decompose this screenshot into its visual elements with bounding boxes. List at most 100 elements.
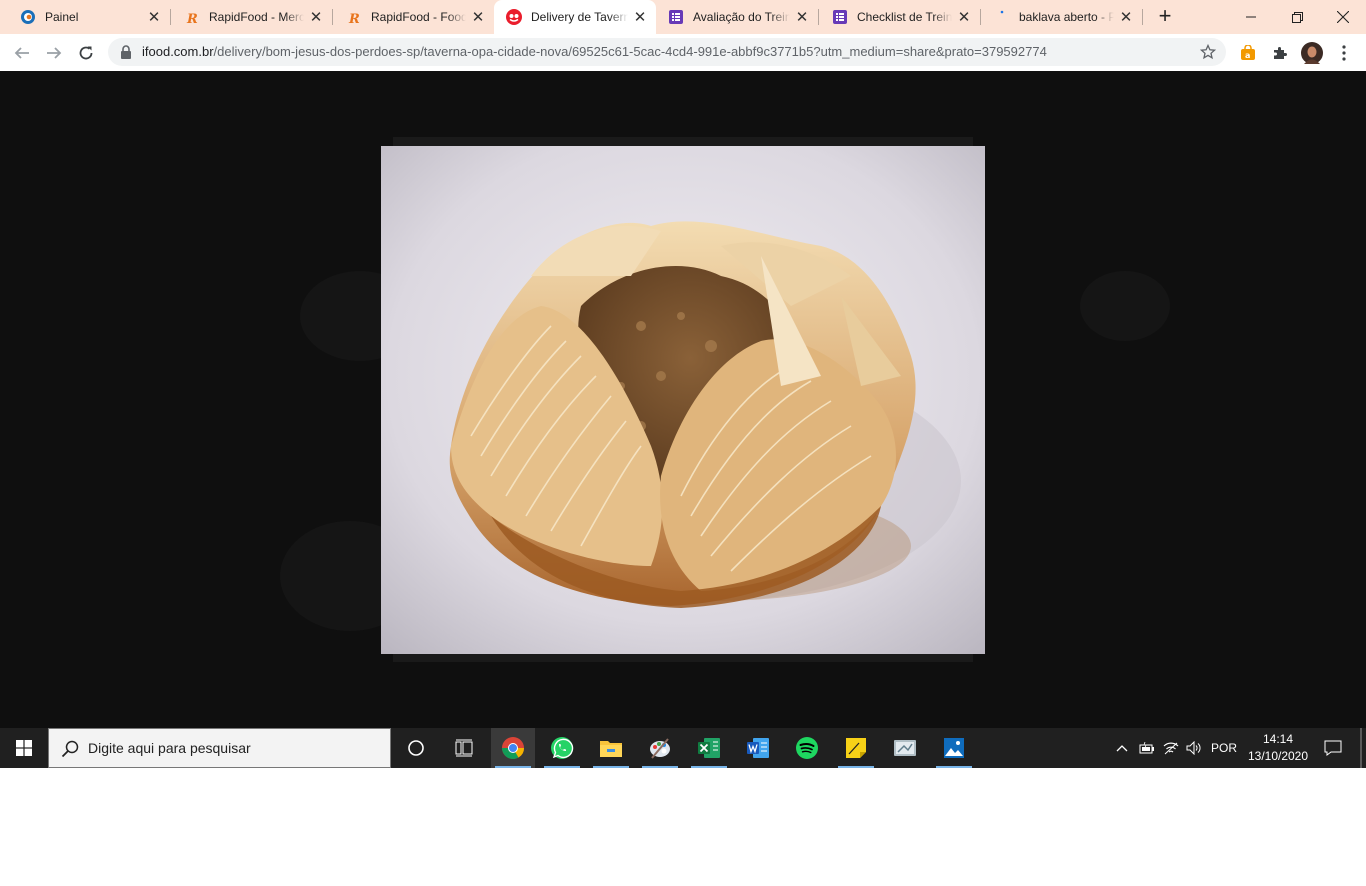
url-text[interactable]: ifood.com.br/delivery/bom-jesus-dos-perd… <box>142 38 1047 66</box>
taskbar-photos[interactable] <box>932 728 976 768</box>
minimize-icon <box>1246 16 1256 18</box>
tab-title: Painel <box>45 10 79 24</box>
svg-text:a: a <box>1245 51 1250 60</box>
close-tab-icon[interactable]: ✕ <box>146 9 162 26</box>
taskbar-search-box[interactable]: Digite aqui para pesquisar <box>48 728 391 768</box>
taskbar-snipping-tool[interactable] <box>883 728 927 768</box>
forms-icon <box>668 9 684 25</box>
puzzle-icon <box>1274 46 1287 59</box>
back-arrow-icon <box>14 46 29 59</box>
taskbar-sticky-notes[interactable] <box>834 728 878 768</box>
close-tab-icon[interactable]: ✕ <box>470 9 486 26</box>
restore-icon <box>1291 11 1303 23</box>
tab-rapidfood-foodm[interactable]: R RapidFood - FoodM ✕ <box>334 0 494 34</box>
tab-rapidfood-merch[interactable]: R RapidFood - Merch ✕ <box>172 0 332 34</box>
windows-logo-icon <box>16 740 32 756</box>
avatar <box>1301 41 1323 64</box>
battery-button[interactable] <box>1136 728 1158 768</box>
shopping-bag-icon: a <box>1241 44 1255 60</box>
address-bar[interactable]: ifood.com.br/delivery/bom-jesus-dos-perd… <box>108 38 1226 66</box>
close-tab-icon[interactable]: ✕ <box>1118 9 1134 26</box>
rapidfood-icon: R <box>184 9 200 25</box>
clock-time: 14:14 <box>1262 732 1294 746</box>
taskbar-spotify[interactable] <box>785 728 829 768</box>
whatsapp-icon <box>551 737 574 759</box>
profile-button[interactable] <box>1296 34 1328 71</box>
back-button[interactable] <box>6 34 38 71</box>
running-indicator <box>691 766 727 768</box>
volume-button[interactable] <box>1183 728 1205 768</box>
tab-painel[interactable]: Painel ✕ <box>8 0 170 34</box>
close-tab-icon[interactable]: ✕ <box>308 9 324 26</box>
running-indicator <box>495 766 531 768</box>
tab-title: baklava aberto - Pe <box>1019 10 1114 24</box>
tab-separator <box>980 9 981 25</box>
svg-text:R: R <box>186 12 198 25</box>
cortana-button[interactable] <box>394 728 438 768</box>
forward-arrow-icon <box>47 46 62 59</box>
ifood-icon <box>506 9 522 25</box>
browser-menu-button[interactable] <box>1328 34 1360 71</box>
excel-icon <box>698 738 720 758</box>
dish-image <box>381 146 985 654</box>
taskbar-excel[interactable] <box>687 728 731 768</box>
bookmark-button[interactable] <box>1198 42 1218 62</box>
close-tab-icon[interactable]: ✕ <box>632 9 648 26</box>
battery-icon <box>1139 742 1154 754</box>
file-explorer-icon <box>600 741 622 757</box>
tab-strip: Painel ✕ R RapidFood - Merch ✕ R RapidFo… <box>0 0 1366 34</box>
browser-toolbar: ifood.com.br/delivery/bom-jesus-dos-perd… <box>0 34 1366 72</box>
show-hidden-icons-button[interactable] <box>1110 728 1134 768</box>
show-desktop-button[interactable] <box>1360 728 1362 768</box>
tab-baklava[interactable]: baklava aberto - Pe ✕ <box>982 0 1142 34</box>
tab-avaliacao[interactable]: Avaliação do Treina ✕ <box>656 0 818 34</box>
tab-checklist[interactable]: Checklist de Treina ✕ <box>820 0 980 34</box>
tab-separator <box>332 9 333 25</box>
close-tab-icon[interactable]: ✕ <box>794 9 810 26</box>
restore-button[interactable] <box>1274 0 1320 34</box>
clock-date: 13/10/2020 <box>1247 749 1309 763</box>
running-indicator <box>544 766 580 768</box>
language-indicator[interactable]: POR <box>1207 728 1241 768</box>
taskbar-file-explorer[interactable] <box>589 728 633 768</box>
tab-title: Avaliação do Treina <box>693 10 790 24</box>
taskbar-whatsapp[interactable] <box>540 728 584 768</box>
tab-title: RapidFood - FoodM <box>371 10 466 24</box>
background-decoration <box>1080 271 1170 341</box>
new-tab-button[interactable]: + <box>1154 5 1176 28</box>
url-host: ifood.com.br <box>142 44 214 59</box>
taskbar-clock[interactable]: 14:14 13/10/2020 <box>1242 728 1314 768</box>
word-icon <box>747 738 769 758</box>
star-icon <box>1200 44 1216 60</box>
running-indicator <box>642 766 678 768</box>
speaker-icon <box>1186 741 1201 755</box>
paint-icon <box>650 738 670 759</box>
extensions-button[interactable] <box>1264 34 1296 71</box>
url-path: /delivery/bom-jesus-dos-perdoes-sp/taver… <box>213 44 1047 59</box>
reload-icon <box>79 46 93 59</box>
tab-title: RapidFood - Merch <box>209 10 304 24</box>
minimize-button[interactable] <box>1228 0 1274 34</box>
running-indicator <box>838 766 874 768</box>
taskbar-chrome[interactable] <box>491 728 535 768</box>
notification-center-button[interactable] <box>1318 728 1348 768</box>
lock-icon[interactable] <box>120 45 132 59</box>
task-view-button[interactable] <box>442 728 486 768</box>
shopping-extension-button[interactable]: a <box>1232 34 1264 71</box>
taskbar-paint[interactable] <box>638 728 682 768</box>
rapidfood-icon: R <box>346 9 362 25</box>
tab-separator <box>1142 9 1143 25</box>
close-tab-icon[interactable]: ✕ <box>956 9 972 26</box>
close-window-button[interactable] <box>1320 0 1366 34</box>
tab-delivery-taverna[interactable]: Delivery de Taverna ✕ <box>494 0 656 34</box>
chrome-icon <box>502 737 524 759</box>
more-vertical-icon <box>1342 44 1346 61</box>
forward-button[interactable] <box>38 34 70 71</box>
taskbar-word[interactable] <box>736 728 780 768</box>
start-button[interactable] <box>0 728 48 768</box>
reload-button[interactable] <box>70 34 102 71</box>
svg-text:R: R <box>348 12 360 25</box>
image-lightbox-overlay[interactable] <box>0 71 1366 728</box>
running-indicator <box>593 766 629 768</box>
network-button[interactable] <box>1160 728 1182 768</box>
